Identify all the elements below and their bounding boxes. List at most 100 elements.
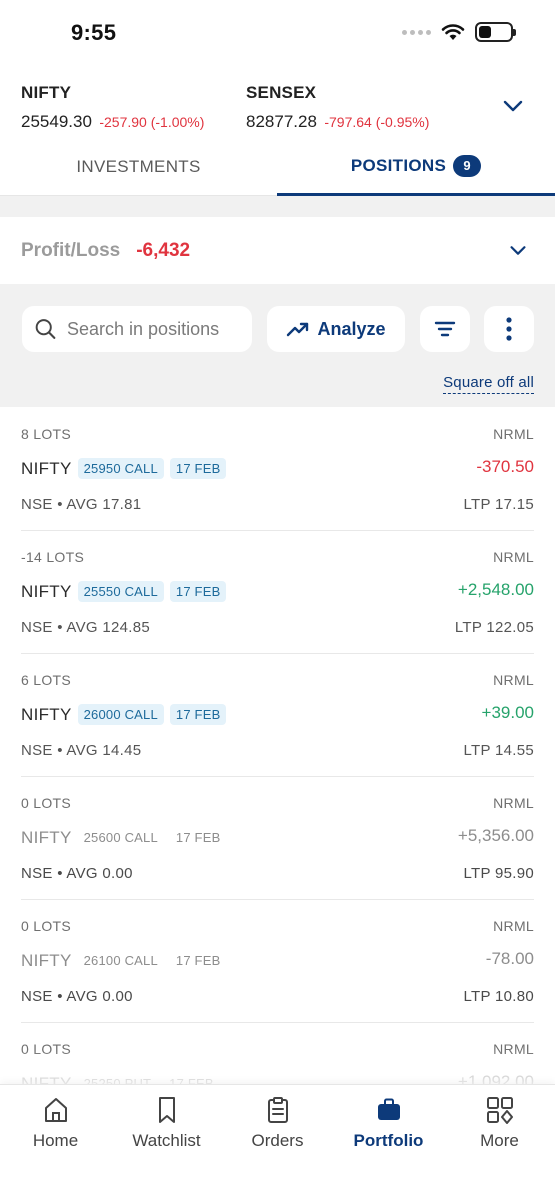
search-box[interactable] — [22, 306, 252, 352]
nav-label: Watchlist — [132, 1131, 201, 1150]
position-lots: 0 LOTS — [21, 795, 72, 811]
positions-header: Profit/Loss -6,432 Analyze — [0, 196, 555, 407]
position-product: NRML — [493, 795, 534, 811]
position-symbol: NIFTY — [21, 704, 72, 724]
nav-orders[interactable]: Orders — [222, 1095, 333, 1151]
trending-up-icon — [287, 322, 309, 337]
position-ltp: LTP 10.80 — [463, 988, 534, 1005]
position-symbol: NIFTY — [21, 458, 72, 478]
position-row[interactable]: 0 LOTS NRML NIFTY 25600 CALL 17 FEB +5,3… — [21, 777, 534, 900]
status-icons — [402, 22, 516, 42]
position-pnl: +39.00 — [481, 703, 534, 722]
clipboard-icon — [267, 1097, 288, 1123]
position-ltp: LTP 122.05 — [454, 619, 534, 636]
grid-icon — [486, 1097, 513, 1124]
expiry-chip: 17 FEB — [175, 953, 221, 968]
position-exchange-avg: NSE • AVG 14.45 — [21, 742, 142, 759]
search-icon — [35, 319, 56, 339]
analyze-button[interactable]: Analyze — [267, 306, 405, 352]
briefcase-icon — [377, 1098, 400, 1120]
position-ltp: LTP 17.15 — [463, 496, 534, 513]
index-name: SENSEX — [246, 83, 317, 102]
expiry-chip: 17 FEB — [169, 704, 227, 725]
position-pnl: -370.50 — [476, 457, 534, 476]
portfolio-tabs: INVESTMENTS POSITIONS 9 — [0, 138, 555, 196]
status-bar: 9:55 — [0, 0, 555, 64]
position-lots: 0 LOTS — [21, 918, 72, 934]
position-product: NRML — [493, 549, 534, 565]
tab-label: POSITIONS — [350, 155, 447, 175]
strike-chip: 25950 CALL — [77, 458, 164, 479]
position-product: NRML — [493, 672, 534, 688]
index-price: 82877.28 — [246, 112, 317, 131]
chevron-down-icon[interactable] — [507, 239, 529, 261]
chevron-down-icon[interactable] — [501, 94, 525, 118]
more-vertical-icon — [506, 317, 512, 341]
bookmark-icon — [158, 1097, 175, 1123]
position-exchange-avg: NSE • AVG 0.00 — [21, 865, 133, 882]
bottom-navigation: Home Watchlist Orders Portfolio More — [0, 1084, 555, 1200]
pl-label: Profit/Loss — [21, 239, 121, 261]
strike-chip: 25600 CALL — [83, 830, 158, 845]
positions-count-badge: 9 — [453, 154, 482, 177]
position-row[interactable]: 0 LOTS NRML NIFTY 26100 CALL 17 FEB -78.… — [21, 900, 534, 1023]
index-price: 25549.30 — [21, 112, 92, 131]
position-symbol: NIFTY — [21, 827, 72, 847]
position-lots: -14 LOTS — [21, 549, 85, 565]
strike-chip: 26000 CALL — [77, 704, 164, 725]
position-product: NRML — [493, 918, 534, 934]
expiry-chip: 17 FEB — [169, 458, 227, 479]
nav-watchlist[interactable]: Watchlist — [111, 1095, 222, 1151]
tab-label: INVESTMENTS — [76, 157, 201, 176]
strike-chip: 25550 CALL — [77, 581, 164, 602]
position-lots: 6 LOTS — [21, 672, 72, 688]
nav-label: More — [480, 1131, 519, 1150]
positions-list: 8 LOTS NRML NIFTY 25950 CALL 17 FEB -370… — [0, 408, 555, 1146]
filter-icon — [434, 321, 456, 337]
filter-button[interactable] — [420, 306, 470, 352]
position-row[interactable]: 6 LOTS NRML NIFTY 26000 CALL 17 FEB +39.… — [21, 654, 534, 777]
signal-icon — [402, 29, 431, 35]
position-exchange-avg: NSE • AVG 124.85 — [21, 619, 151, 636]
wifi-icon — [441, 24, 465, 40]
pl-value: -6,432 — [136, 239, 191, 261]
analyze-label: Analyze — [317, 318, 386, 339]
index-sensex[interactable]: SENSEX 82877.28 -797.64 (-0.95%) — [246, 83, 429, 132]
position-lots: 8 LOTS — [21, 426, 72, 442]
tab-positions[interactable]: POSITIONS 9 — [277, 138, 555, 196]
tab-investments[interactable]: INVESTMENTS — [0, 138, 277, 196]
more-options-button[interactable] — [484, 306, 534, 352]
position-product: NRML — [493, 1041, 534, 1057]
position-pnl: -78.00 — [485, 949, 534, 968]
nav-home[interactable]: Home — [0, 1095, 111, 1151]
index-nifty[interactable]: NIFTY 25549.30 -257.90 (-1.00%) — [21, 83, 204, 132]
positions-toolbar: Analyze Square off all — [0, 284, 555, 407]
index-change: -797.64 (-0.95%) — [324, 114, 430, 130]
position-row[interactable]: 8 LOTS NRML NIFTY 25950 CALL 17 FEB -370… — [21, 408, 534, 531]
nav-more[interactable]: More — [444, 1095, 555, 1151]
nav-label: Orders — [251, 1131, 304, 1150]
position-exchange-avg: NSE • AVG 0.00 — [21, 988, 133, 1005]
status-time: 9:55 — [71, 20, 117, 45]
index-ticker[interactable]: NIFTY 25549.30 -257.90 (-1.00%) SENSEX 8… — [0, 64, 555, 138]
nav-portfolio[interactable]: Portfolio — [333, 1095, 444, 1151]
position-row[interactable]: -14 LOTS NRML NIFTY 25550 CALL 17 FEB +2… — [21, 531, 534, 654]
square-off-all-link[interactable]: Square off all — [443, 374, 534, 394]
expiry-chip: 17 FEB — [175, 830, 221, 845]
nav-label: Portfolio — [353, 1131, 424, 1150]
expiry-chip: 17 FEB — [169, 581, 227, 602]
position-symbol: NIFTY — [21, 581, 72, 601]
strike-chip: 26100 CALL — [83, 953, 158, 968]
position-ltp: LTP 95.90 — [463, 865, 534, 882]
index-name: NIFTY — [21, 83, 72, 102]
position-symbol: NIFTY — [21, 950, 72, 970]
profit-loss-summary[interactable]: Profit/Loss -6,432 — [0, 217, 555, 284]
home-icon — [44, 1098, 67, 1122]
search-input[interactable] — [67, 318, 252, 340]
position-ltp: LTP 14.55 — [463, 742, 534, 759]
position-exchange-avg: NSE • AVG 17.81 — [21, 496, 142, 513]
position-pnl: +5,356.00 — [457, 826, 534, 845]
position-product: NRML — [493, 426, 534, 442]
position-pnl: +2,548.00 — [457, 580, 534, 599]
battery-icon — [475, 22, 516, 42]
